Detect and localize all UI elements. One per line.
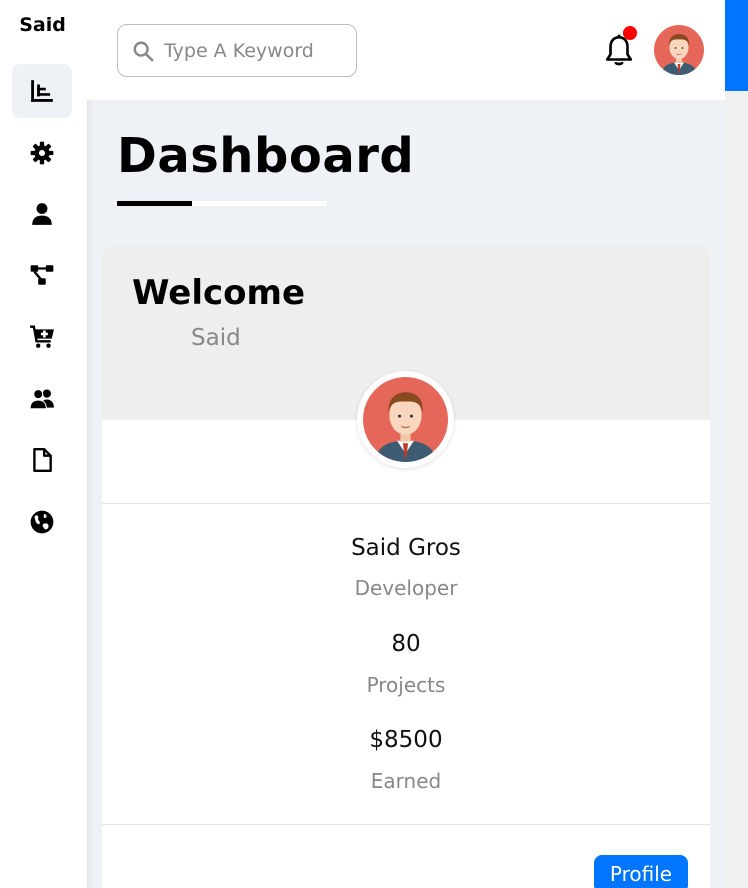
notification-button[interactable] [603, 26, 637, 68]
sidebar-item-profile[interactable] [12, 187, 72, 241]
search-icon [133, 41, 154, 61]
sidebar-item-plans[interactable] [12, 495, 72, 549]
welcome-heading: Welcome [132, 273, 306, 313]
welcome-card: Welcome Said Said Gros Developer 80 Proj… [102, 245, 710, 888]
sidebar-item-friends[interactable] [12, 372, 72, 426]
main-content: Dashboard Welcome Said [87, 0, 725, 888]
avatar[interactable] [654, 25, 704, 75]
avatar-image [363, 377, 448, 462]
users-icon [29, 389, 54, 410]
user-role: Developer [354, 576, 458, 600]
user-full-name: Said Gros [351, 535, 461, 561]
search-box[interactable] [117, 24, 357, 77]
file-icon [33, 447, 52, 473]
page-title: Dashboard [117, 128, 415, 184]
sidebar-item-shop[interactable] [12, 310, 72, 364]
stat-projects-label: Projects [366, 673, 446, 697]
notification-badge [623, 26, 637, 40]
sidebar-item-dashboard[interactable] [12, 64, 72, 118]
brand-name: Said [19, 14, 66, 36]
welcome-name: Said [191, 325, 241, 351]
title-underline [117, 201, 327, 206]
scrollbar-thumb[interactable] [725, 0, 748, 91]
title-underline-accent [117, 201, 192, 206]
top-header [87, 0, 725, 100]
profile-button[interactable]: Profile [594, 855, 688, 888]
sidebar-item-projects[interactable] [12, 248, 72, 302]
profile-avatar [357, 371, 454, 468]
gear-icon [30, 141, 54, 165]
sidebar-item-files[interactable] [12, 433, 72, 487]
sidebar: Said [0, 0, 87, 888]
cart-plus-icon [30, 325, 54, 348]
avatar-image [654, 25, 704, 75]
chart-bar-icon [31, 80, 53, 102]
card-divider [102, 503, 710, 504]
stat-projects-value: 80 [391, 631, 421, 657]
sidebar-item-settings[interactable] [12, 126, 72, 180]
search-input[interactable] [164, 39, 344, 62]
scrollbar[interactable] [725, 0, 748, 888]
stat-earned-value: $8500 [369, 727, 443, 753]
diagram-project-icon [30, 265, 54, 285]
globe-icon [30, 510, 54, 534]
stat-earned-label: Earned [370, 769, 442, 793]
user-icon [32, 203, 52, 225]
card-divider [102, 824, 710, 825]
